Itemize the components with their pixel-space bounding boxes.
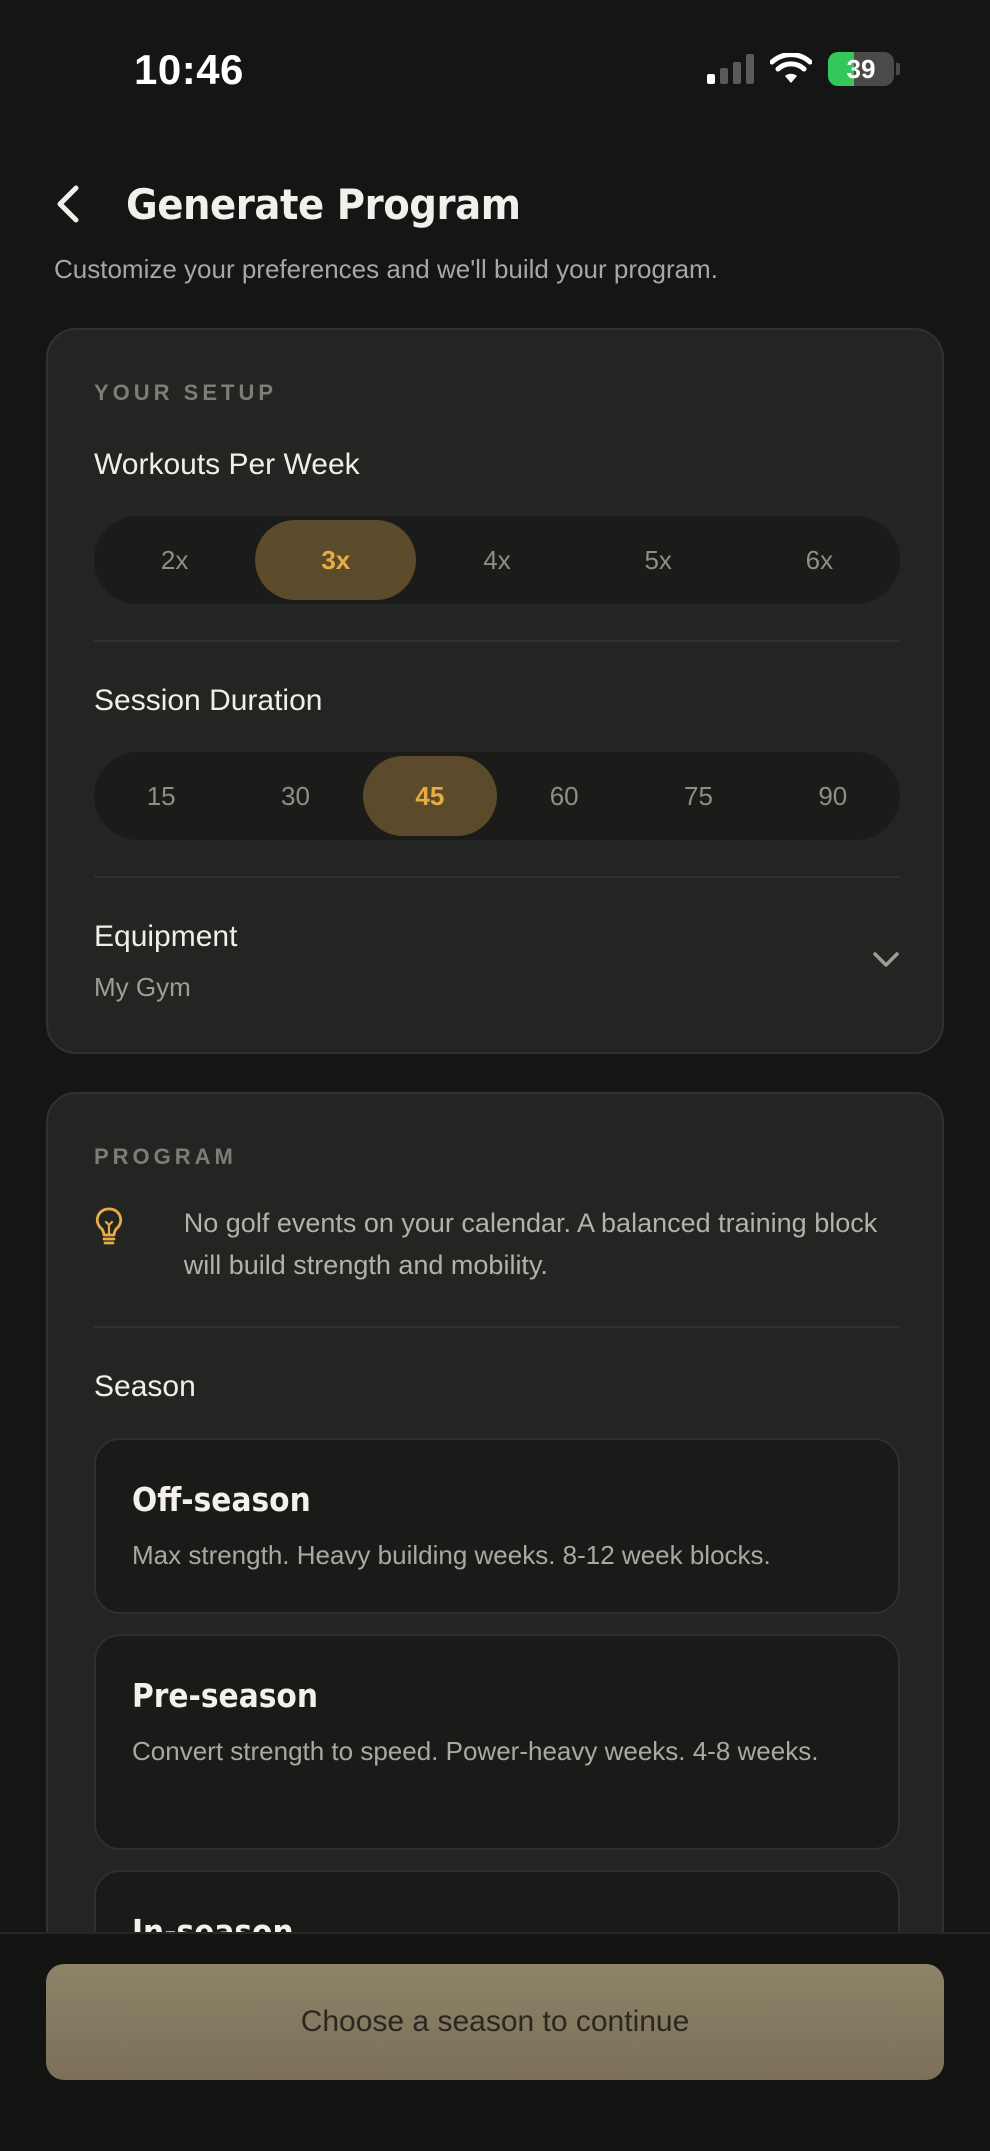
equipment-value: My Gym [94, 972, 191, 1002]
equipment-title: Equipment [94, 920, 238, 953]
lightbulb-icon [94, 1202, 140, 1286]
setup-card: YOUR SETUP Workouts Per Week 2x 3x 4x 5x… [46, 328, 944, 1054]
workouts-option-4x[interactable]: 4x [416, 520, 577, 600]
duration-option-30[interactable]: 30 [228, 756, 362, 836]
duration-option-45[interactable]: 45 [362, 756, 497, 836]
workouts-option-2x[interactable]: 2x [94, 520, 255, 600]
continue-button[interactable]: Choose a season to continue [46, 1964, 944, 2080]
divider [94, 876, 900, 878]
workouts-title: Workouts Per Week [94, 448, 360, 481]
battery-nub [896, 63, 900, 75]
calendar-tip: No golf events on your calendar. A balan… [94, 1202, 900, 1286]
equipment-selector[interactable]: Equipment My Gym [48, 890, 946, 1050]
season-desc: Max strength. Heavy building weeks. 8-12… [132, 1540, 771, 1570]
chevron-left-icon[interactable] [54, 176, 94, 232]
duration-title: Session Duration [94, 684, 323, 717]
battery-charging-icon: 39 [828, 52, 894, 86]
divider [94, 1326, 900, 1328]
status-time: 10:46 [134, 46, 244, 93]
divider [94, 640, 900, 642]
wifi-icon [770, 53, 812, 83]
page-title: Generate Program [126, 179, 521, 229]
battery-level: 39 [846, 53, 876, 84]
season-title: Season [94, 1370, 196, 1403]
workouts-option-6x[interactable]: 6x [739, 520, 900, 600]
page-subtitle: Customize your preferences and we'll bui… [54, 254, 718, 284]
page-header: Generate Program [54, 176, 555, 232]
season-desc: Convert strength to speed. Power-heavy w… [132, 1736, 819, 1766]
status-icons: 39 [707, 52, 900, 86]
cellular-signal-icon [707, 54, 754, 84]
duration-option-75[interactable]: 75 [631, 756, 765, 836]
chevron-down-icon [873, 952, 899, 967]
tip-text: No golf events on your calendar. A balan… [183, 1208, 878, 1280]
duration-selector: 15 30 45 60 75 90 [94, 752, 900, 840]
duration-option-90[interactable]: 90 [766, 756, 900, 836]
workouts-option-3x[interactable]: 3x [255, 520, 417, 600]
season-option-off-season[interactable]: Off-season Max strength. Heavy building … [94, 1438, 900, 1614]
season-name: Pre-season [132, 1676, 318, 1715]
program-section-label: PROGRAM [94, 1144, 237, 1169]
workouts-option-5x[interactable]: 5x [578, 520, 739, 600]
workouts-selector: 2x 3x 4x 5x 6x [94, 516, 900, 604]
duration-option-60[interactable]: 60 [497, 756, 631, 836]
duration-option-15[interactable]: 15 [94, 756, 228, 836]
status-bar: 10:46 39 [0, 0, 990, 140]
season-name: Off-season [132, 1480, 311, 1519]
footer-bar: Choose a season to continue [0, 1932, 990, 2151]
setup-section-label: YOUR SETUP [94, 380, 278, 405]
season-option-pre-season[interactable]: Pre-season Convert strength to speed. Po… [94, 1634, 900, 1850]
